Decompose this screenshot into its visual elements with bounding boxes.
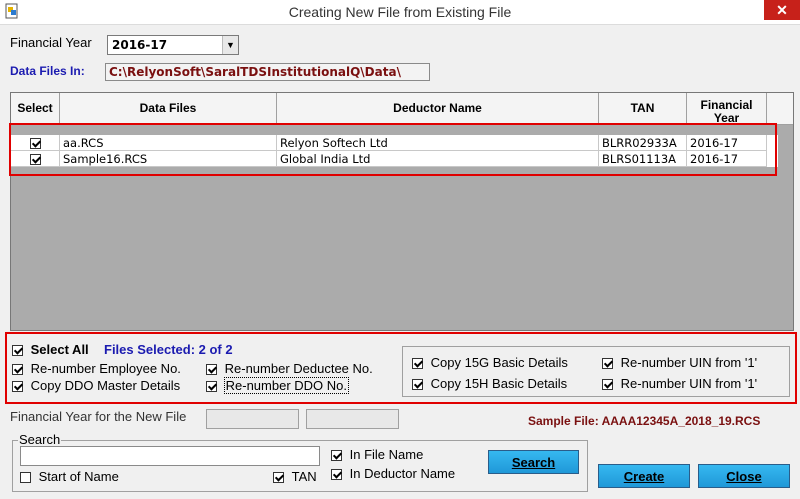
- tan-search-checkbox[interactable]: [273, 472, 284, 484]
- title-bar: Creating New File from Existing File ✕: [0, 0, 800, 25]
- tan-search-option[interactable]: TAN: [273, 469, 317, 484]
- financial-year-select[interactable]: 2016-17 ▼: [107, 35, 239, 55]
- start-of-name-option[interactable]: Start of Name: [20, 469, 119, 484]
- renumber-employee-checkbox[interactable]: [12, 364, 23, 376]
- in-file-name-checkbox[interactable]: [331, 450, 342, 462]
- search-input[interactable]: [20, 446, 320, 466]
- renumber-ddo-checkbox[interactable]: [206, 381, 217, 393]
- in-deductor-name-option[interactable]: In Deductor Name: [331, 466, 455, 481]
- chevron-down-icon[interactable]: ▼: [222, 36, 238, 54]
- copy-15g-checkbox[interactable]: [412, 358, 423, 370]
- renumber-uin-option-2[interactable]: Re-number UIN from '1': [602, 376, 757, 391]
- select-all-checkbox[interactable]: [12, 345, 23, 357]
- sample-file-label: Sample File: AAAA12345A_2018_19.RCS: [528, 414, 761, 428]
- column-header-select: Select: [11, 93, 60, 125]
- close-button[interactable]: Close: [698, 464, 790, 488]
- window-close-button[interactable]: ✕: [764, 0, 800, 20]
- copy-15h-option[interactable]: Copy 15H Basic Details: [412, 376, 567, 391]
- column-header-spacer: [767, 93, 793, 125]
- search-button[interactable]: Search: [488, 450, 579, 474]
- in-file-name-label: In File Name: [349, 447, 424, 462]
- window-title: Creating New File from Existing File: [288, 4, 512, 20]
- data-files-label: Data Files In:: [10, 64, 85, 78]
- copy-15g-option[interactable]: Copy 15G Basic Details: [412, 355, 568, 370]
- start-of-name-checkbox[interactable]: [20, 472, 31, 484]
- in-deductor-name-label: In Deductor Name: [349, 466, 456, 481]
- renumber-employee-option[interactable]: Re-number Employee No.: [12, 361, 181, 376]
- create-button[interactable]: Create: [598, 464, 690, 488]
- renumber-ddo-label: Re-number DDO No.: [223, 377, 350, 394]
- column-header-financial-year: Financial Year: [687, 93, 767, 125]
- new-file-fy-from: [206, 409, 299, 429]
- column-header-tan: TAN: [599, 93, 687, 125]
- files-selected-count: Files Selected: 2 of 2: [104, 342, 233, 357]
- renumber-deductee-label: Re-number Deductee No.: [224, 361, 373, 376]
- copy-15h-label: Copy 15H Basic Details: [430, 376, 568, 391]
- copy-15g-label: Copy 15G Basic Details: [430, 355, 568, 370]
- tan-search-label: TAN: [291, 469, 317, 484]
- financial-year-value: 2016-17: [112, 38, 168, 52]
- column-header-deductor-name: Deductor Name: [277, 93, 599, 125]
- renumber-deductee-option[interactable]: Re-number Deductee No.: [206, 361, 373, 376]
- financial-year-label: Financial Year: [10, 35, 92, 50]
- renumber-deductee-checkbox[interactable]: [206, 364, 217, 376]
- copy-ddo-master-checkbox[interactable]: [12, 381, 23, 393]
- select-all-option[interactable]: Select All: [12, 342, 89, 357]
- data-files-path: C:\RelyonSoft\SaralTDSInstitutionalQ\Dat…: [105, 63, 430, 81]
- search-group-label: Search: [18, 432, 62, 447]
- column-header-data-files: Data Files: [60, 93, 277, 125]
- rows-highlight-box: [9, 123, 777, 176]
- renumber-uin-checkbox-1[interactable]: [602, 358, 613, 370]
- start-of-name-label: Start of Name: [38, 469, 119, 484]
- copy-ddo-master-option[interactable]: Copy DDO Master Details: [12, 378, 180, 393]
- copy-ddo-master-label: Copy DDO Master Details: [30, 378, 181, 393]
- renumber-ddo-option[interactable]: Re-number DDO No.: [206, 377, 350, 394]
- renumber-employee-label: Re-number Employee No.: [30, 361, 181, 376]
- copy-15h-checkbox[interactable]: [412, 379, 423, 391]
- renumber-uin-label-1: Re-number UIN from '1': [620, 355, 758, 370]
- new-file-fy-to: [306, 409, 399, 429]
- new-file-fy-label: Financial Year for the New File: [10, 409, 187, 424]
- select-all-label: Select All: [30, 342, 89, 357]
- in-file-name-option[interactable]: In File Name: [331, 447, 423, 462]
- renumber-uin-label-2: Re-number UIN from '1': [620, 376, 758, 391]
- renumber-uin-option-1[interactable]: Re-number UIN from '1': [602, 355, 757, 370]
- in-deductor-name-checkbox[interactable]: [331, 469, 342, 481]
- renumber-uin-checkbox-2[interactable]: [602, 379, 613, 391]
